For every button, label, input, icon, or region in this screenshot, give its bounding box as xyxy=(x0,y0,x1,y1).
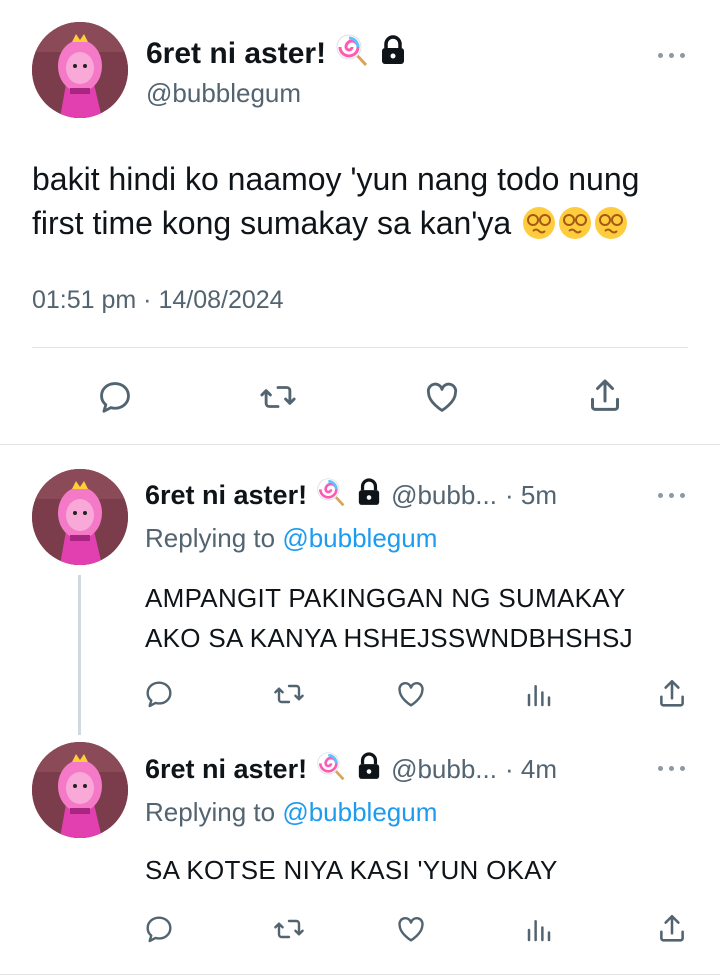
reply-text: AMPANGIT PAKINGGAN NG SUMAKAY AKO SA KAN… xyxy=(145,578,633,658)
lock-icon xyxy=(357,478,381,513)
divider xyxy=(32,347,688,348)
share-icon[interactable] xyxy=(655,677,689,711)
handle[interactable]: @bubb... xyxy=(391,754,497,785)
reply-text: SA KOTSE NIYA KASI 'YUN OKAY xyxy=(145,850,558,890)
retweet-icon[interactable] xyxy=(272,678,306,710)
reply-icon[interactable] xyxy=(143,913,175,945)
more-icon[interactable] xyxy=(658,490,688,500)
reply-time[interactable]: · 4m xyxy=(505,754,557,785)
handle[interactable]: @bubblegum xyxy=(146,78,301,109)
views-icon[interactable] xyxy=(524,915,554,945)
bottom-divider xyxy=(0,974,720,975)
more-icon[interactable] xyxy=(658,763,688,773)
reply-text-line: SA KOTSE NIYA KASI 'YUN OKAY xyxy=(145,855,558,885)
display-name[interactable]: 6ret ni aster! xyxy=(145,480,307,511)
retweet-icon[interactable] xyxy=(258,378,298,416)
dizzy-face-emoji xyxy=(558,206,592,240)
display-name[interactable]: 6ret ni aster! xyxy=(146,37,326,71)
lollipop-emoji xyxy=(315,750,347,789)
reply-name-row: 6ret ni aster! @bubb... · 5m xyxy=(145,476,557,515)
views-icon[interactable] xyxy=(524,680,554,710)
share-icon[interactable] xyxy=(585,376,625,416)
replying-handle-link[interactable]: @bubblegum xyxy=(282,797,437,827)
dizzy-face-emoji xyxy=(594,206,628,240)
lock-icon xyxy=(380,35,406,73)
display-name[interactable]: 6ret ni aster! xyxy=(145,754,307,785)
reply-icon[interactable] xyxy=(96,378,134,416)
handle[interactable]: @bubb... xyxy=(391,480,497,511)
replying-handle-link[interactable]: @bubblegum xyxy=(282,523,437,553)
avatar[interactable] xyxy=(32,742,128,838)
section-divider xyxy=(0,444,720,445)
replying-to: Replying to @bubblegum xyxy=(145,523,438,553)
avatar[interactable] xyxy=(32,22,128,118)
like-icon[interactable] xyxy=(423,378,461,416)
like-icon[interactable] xyxy=(395,678,427,710)
reply-text-line: AKO SA KANYA HSHEJSSWNDBHSHSJ xyxy=(145,623,633,653)
reply-time[interactable]: · 5m xyxy=(505,480,557,511)
share-icon[interactable] xyxy=(655,912,689,946)
thread-line xyxy=(78,575,81,735)
reply-name-row: 6ret ni aster! @bubb... · 4m xyxy=(145,750,557,789)
lock-icon xyxy=(357,752,381,787)
like-icon[interactable] xyxy=(395,913,427,945)
avatar[interactable] xyxy=(32,469,128,565)
more-icon[interactable] xyxy=(658,50,688,60)
reply-icon[interactable] xyxy=(143,678,175,710)
lollipop-emoji xyxy=(334,32,370,76)
reply-text-line: AMPANGIT PAKINGGAN NG SUMAKAY xyxy=(145,583,626,613)
replying-to: Replying to @bubblegum xyxy=(145,797,438,827)
dizzy-face-emoji xyxy=(522,206,556,240)
main-name-row: 6ret ni aster! xyxy=(146,32,406,76)
tweet-text: bakit hindi ko naamoy 'yun nang todo nun… xyxy=(32,161,640,241)
tweet-timestamp[interactable]: 01:51 pm · 14/08/2024 xyxy=(32,286,284,315)
lollipop-emoji xyxy=(315,476,347,515)
retweet-icon[interactable] xyxy=(272,913,306,945)
